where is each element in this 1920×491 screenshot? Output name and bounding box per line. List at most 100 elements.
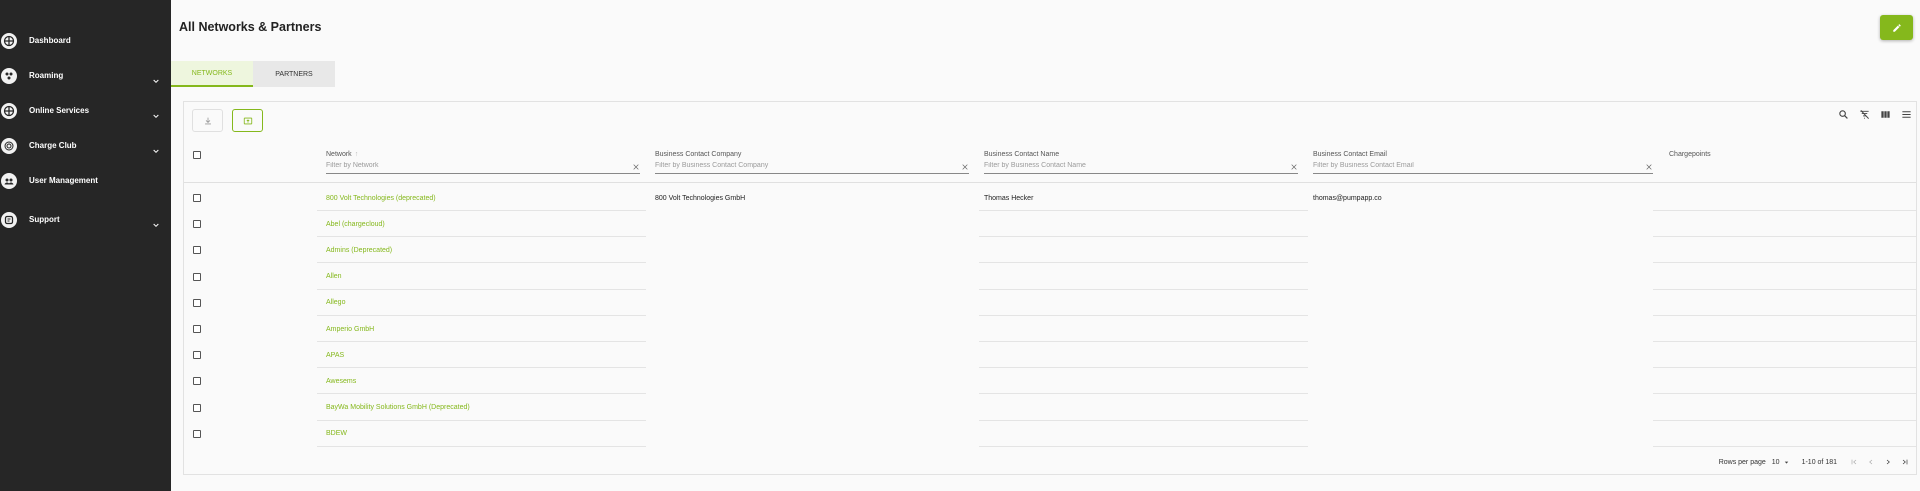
sidebar-item-label: Online Services	[29, 106, 90, 115]
header-divider	[184, 182, 1916, 183]
table-row: Amperio GmbH	[184, 316, 1916, 342]
download-button[interactable]	[192, 109, 223, 132]
page-range: 1-10 of 181	[1801, 458, 1837, 466]
sidebar-nav-list: Dashboard Roaming Online Services Charge Cl…	[0, 23, 171, 237]
sidebar-item-roaming[interactable]: Roaming	[0, 58, 171, 93]
row-checkbox[interactable]	[193, 325, 201, 333]
table-row: Awesems	[184, 368, 1916, 395]
sidebar-item-label: Charge Club	[29, 141, 77, 150]
tab-partners[interactable]: PARTNERS	[253, 61, 335, 87]
table-row: Admins (Deprecated)	[184, 237, 1916, 264]
sidebar-item-support[interactable]: Support	[0, 202, 171, 237]
network-link[interactable]: Admins (Deprecated)	[326, 237, 392, 263]
column-header-chargepoints[interactable]: Chargepoints	[1669, 151, 1711, 158]
table-row: Allego	[184, 290, 1916, 316]
filter-contact-email-input[interactable]	[1313, 162, 1641, 169]
table-row: 800 Volt Technologies (deprecated) 800 Vo…	[184, 185, 1916, 211]
sidebar-item-dashboard[interactable]: Dashboard	[0, 23, 171, 58]
prev-page-button[interactable]	[1866, 457, 1876, 467]
row-checkbox[interactable]	[193, 220, 201, 229]
row-checkbox[interactable]	[193, 272, 201, 281]
network-link[interactable]: 800 Volt Technologies (deprecated)	[326, 185, 436, 211]
filter-company-input[interactable]	[655, 162, 957, 169]
chevron-right-icon	[1886, 459, 1890, 465]
network-link[interactable]: APAS	[326, 342, 344, 368]
sidebar-item-charge-club[interactable]: Charge Club	[0, 128, 171, 163]
dashboard-icon	[1, 32, 17, 49]
column-header-contact-email[interactable]: Business Contact Email	[1313, 151, 1387, 158]
clear-icon[interactable]	[1290, 163, 1298, 171]
clear-icon[interactable]	[961, 163, 969, 171]
contact-email-cell: thomas@pumpapp.co	[1313, 194, 1382, 202]
column-header-network[interactable]: Network ↑	[326, 151, 358, 158]
row-checkbox[interactable]	[193, 377, 201, 386]
sidebar-item-label: Roaming	[29, 71, 64, 80]
column-label: Chargepoints	[1669, 151, 1711, 158]
row-divider	[979, 445, 1308, 447]
network-link[interactable]: Awesems	[326, 368, 356, 394]
pencil-icon	[1892, 23, 1901, 32]
support-icon	[1, 211, 17, 228]
row-checkbox[interactable]	[193, 351, 201, 360]
rows-per-page-select[interactable]: 10	[1772, 459, 1790, 466]
filter-contact-email	[1313, 162, 1653, 174]
row-checkbox[interactable]	[193, 429, 201, 438]
network-link[interactable]: BDEW	[326, 421, 347, 447]
filter-network-input[interactable]	[326, 162, 628, 169]
filter-contact-name	[984, 162, 1298, 174]
company-cell: 800 Volt Technologies GmbH	[655, 194, 746, 202]
network-link[interactable]: Allego	[326, 290, 345, 316]
density-button[interactable]	[1900, 108, 1912, 120]
clear-icon[interactable]	[632, 163, 640, 171]
chevron-down-icon	[152, 107, 160, 118]
search-button[interactable]	[1837, 108, 1849, 120]
column-label: Network	[326, 151, 352, 158]
first-page-button[interactable]	[1849, 457, 1859, 467]
column-label: Business Contact Name	[984, 151, 1060, 158]
network-link[interactable]: Amperio GmbH	[326, 316, 374, 342]
network-link[interactable]: Allen	[326, 264, 342, 290]
upload-box-icon	[243, 117, 252, 124]
row-checkbox[interactable]	[193, 246, 201, 255]
caret-down-icon	[1784, 461, 1788, 464]
sidebar-item-label: User Management	[29, 176, 98, 185]
clear-filters-button[interactable]	[1858, 108, 1870, 120]
chevron-left-icon	[1869, 459, 1873, 465]
chevron-down-icon	[152, 216, 160, 227]
select-all-checkbox[interactable]	[193, 151, 201, 159]
filter-network	[326, 162, 640, 174]
main-content: All Networks & Partners NETWORKS PARTNER…	[171, 0, 1920, 491]
users-icon	[1, 172, 17, 189]
next-page-button[interactable]	[1883, 457, 1893, 467]
column-label: Business Contact Email	[1313, 151, 1387, 158]
column-header-contact-name[interactable]: Business Contact Name	[984, 151, 1059, 158]
sidebar-item-user-management[interactable]: User Management	[0, 163, 171, 198]
menu-lines-icon	[1901, 110, 1911, 118]
row-checkbox[interactable]	[193, 403, 201, 412]
table-row: Allen	[184, 264, 1916, 290]
last-page-button[interactable]	[1900, 457, 1910, 467]
sidebar-item-label: Support	[29, 215, 60, 224]
sort-arrow-icon: ↑	[354, 151, 359, 158]
filter-contact-name-input[interactable]	[984, 162, 1286, 169]
network-link[interactable]: BayWa Mobility Solutions GmbH (Deprecate…	[326, 395, 470, 421]
columns-button[interactable]	[1879, 108, 1891, 120]
upload-button[interactable]	[232, 109, 263, 132]
edit-button[interactable]	[1880, 15, 1913, 40]
filter-off-icon	[1859, 109, 1869, 119]
tab-networks[interactable]: NETWORKS	[171, 61, 253, 87]
rows-per-page-value: 10	[1771, 458, 1780, 466]
filter-company	[655, 162, 969, 174]
row-checkbox[interactable]	[193, 298, 201, 307]
network-link[interactable]: Abel (chargecloud)	[326, 211, 385, 237]
online-services-icon	[1, 102, 17, 119]
clear-icon[interactable]	[1645, 163, 1653, 171]
table-row: Abel (chargecloud)	[184, 211, 1916, 238]
column-header-company[interactable]: Business Contact Company	[655, 151, 741, 158]
contact-name-cell: Thomas Hecker	[984, 194, 1034, 202]
table-row: APAS	[184, 342, 1916, 369]
charge-club-icon	[1, 137, 17, 154]
row-checkbox[interactable]	[193, 194, 201, 202]
chevron-down-icon	[152, 142, 160, 153]
sidebar-item-online-services[interactable]: Online Services	[0, 93, 171, 128]
